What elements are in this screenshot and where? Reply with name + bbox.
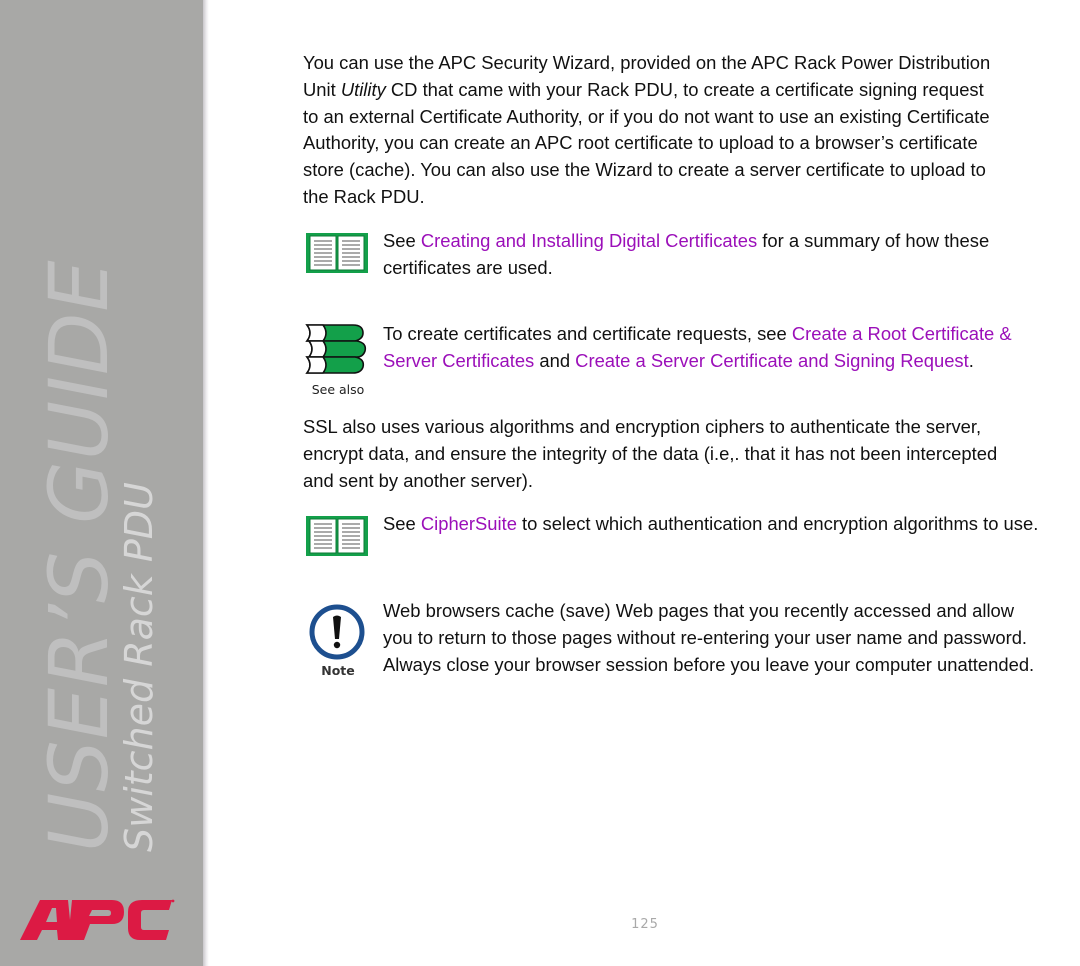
ssl-paragraph: SSL also uses various algorithms and enc… [303,416,998,491]
intro-paragraph: You can use the APC Security Wizard, pro… [303,50,1003,211]
page-number: 125 [631,917,659,932]
text-period: . [968,349,974,371]
text-post: to select which authentication and encry… [516,513,1039,534]
utility-italic: Utility [340,78,386,100]
stacked-books-icon: See also [303,321,373,397]
link-creating-installing-certificates[interactable]: Creating and Installing Digital Certific… [421,230,757,251]
cross-reference-text: See Creating and Installing Digital Cert… [383,228,1043,282]
link-ciphersuite[interactable]: CipherSuite [421,513,517,534]
text-and: and [534,349,576,371]
apc-logo-icon [20,899,175,940]
open-book-icon [303,228,373,284]
cross-reference-text: See CipherSuite to select which authenti… [383,511,1043,538]
sidebar-edge [203,0,209,966]
link-create-server-certificate[interactable]: Create a Server Certificate and Signing … [575,350,969,371]
note-caption: Note [321,662,355,678]
note-text: Web browsers cache (save) Web pages that… [383,600,1035,675]
text-pre: To create certificates and certificate r… [383,323,792,344]
intro-text-2: CD that came with your Rack PDU, to crea… [303,78,990,207]
see-also-text: To create certificates and certificate r… [383,321,1043,375]
text-see: See [383,513,421,534]
sidebar: USER’S GUIDE Switched Rack PDU [0,0,203,966]
text-see: See [383,230,421,251]
product-name: Switched Rack PDU [117,482,161,852]
guide-title: USER’S GUIDE [33,259,127,852]
see-also-caption: See also [311,381,365,397]
exclamation-circle-icon: Note [303,598,373,678]
open-book-icon [303,511,373,567]
